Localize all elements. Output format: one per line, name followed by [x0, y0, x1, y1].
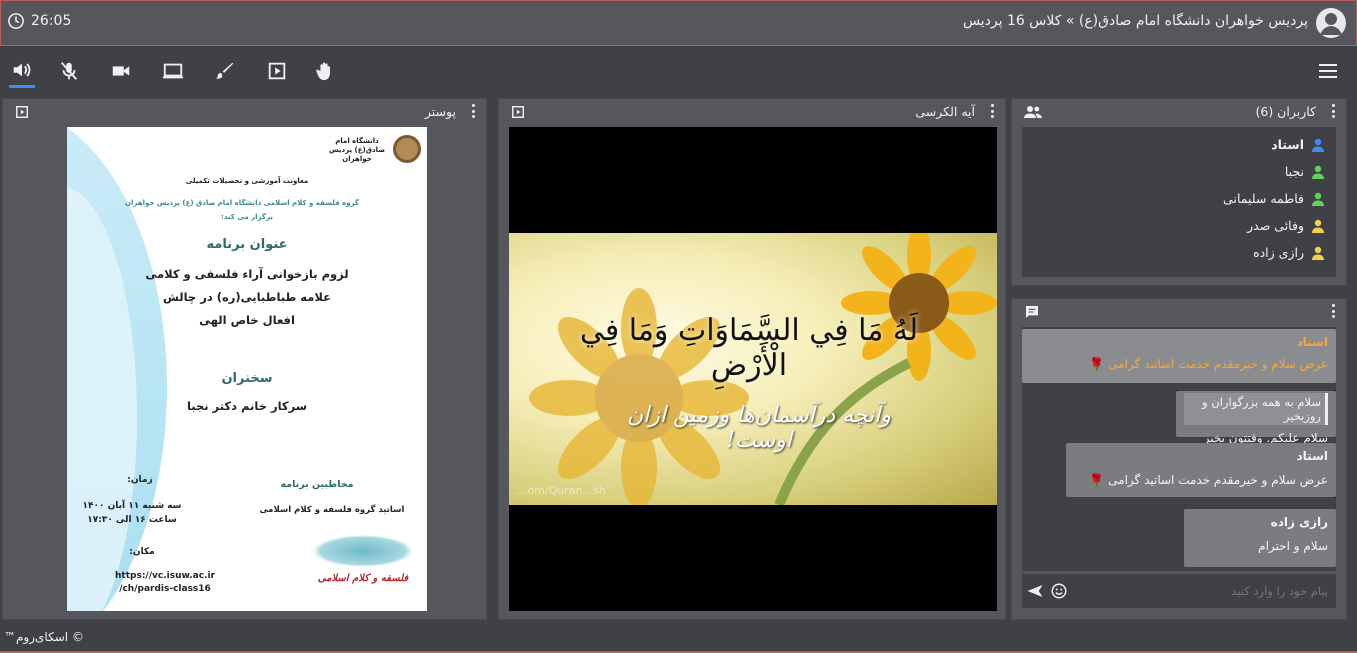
- toolbar: [0, 46, 1357, 96]
- poster-program-line3: افعال خاص الهی: [199, 313, 295, 327]
- poster-organizer: گروه فلسفه و کلام اسلامی دانشگاه امام صا…: [124, 199, 359, 207]
- clock-icon: [8, 13, 24, 29]
- rose-icon: 🌹: [1089, 473, 1105, 487]
- hamburger-menu-icon[interactable]: [1317, 62, 1339, 80]
- user-item[interactable]: نجبا: [1285, 164, 1324, 179]
- poster-speaker-heading: سخنران: [221, 371, 273, 386]
- chat-input[interactable]: [1098, 580, 1328, 602]
- poster-time-line1: سه شنبه ۱۱ آبان ۱۴۰۰: [82, 501, 182, 511]
- user-icon: [1312, 246, 1324, 260]
- play-box-icon[interactable]: [511, 104, 527, 120]
- user-item[interactable]: فاطمه سلیمانی: [1223, 191, 1324, 206]
- chat-messages: استاد عرض سلام و خیرمقدم خدمت اساتید گرا…: [1022, 327, 1336, 571]
- panel-options-icon[interactable]: [991, 104, 995, 118]
- poster-panel: پوستر دانشگاه امام صادق(ع) پردیس خواهران…: [2, 98, 487, 620]
- poster-panel-title: پوستر: [424, 104, 456, 119]
- ayah-text: لَهُ مَا فِي السَّمَاوَاتِ وَمَا فِي الْ…: [579, 313, 919, 383]
- poster-place-heading: مکان:: [129, 547, 155, 557]
- message-text: سلام و احترام: [1258, 539, 1328, 553]
- brush-icon[interactable]: [212, 58, 238, 84]
- chat-message: استاد عرض سلام و خیرمقدم خدمت اساتید گرا…: [1066, 443, 1336, 497]
- speaker-icon[interactable]: [9, 54, 35, 88]
- user-item[interactable]: رازی زاده: [1253, 245, 1324, 260]
- user-name: نجبا: [1284, 164, 1304, 179]
- video-panel-title: آیه الکرسی: [915, 104, 975, 119]
- chat-panel: استاد عرض سلام و خیرمقدم خدمت اساتید گرا…: [1011, 298, 1347, 620]
- user-name: استاد: [1271, 137, 1304, 152]
- play-box-icon[interactable]: [15, 104, 31, 120]
- users-panel-title: کاربران (6): [1255, 104, 1316, 119]
- message-sender: استاد: [1296, 449, 1328, 463]
- send-icon[interactable]: [1026, 582, 1044, 600]
- user-name: فاطمه سلیمانی: [1223, 191, 1304, 206]
- panel-options-icon[interactable]: [1332, 304, 1336, 318]
- poster-seal-icon: [313, 535, 413, 567]
- user-icon: [1312, 138, 1324, 152]
- chat-message: رازی زاده سلام و احترام: [1184, 509, 1336, 567]
- poster-speaker: سرکار خانم دکتر نجبا: [186, 399, 308, 413]
- video-watermark: ...om/Quran...sh: [517, 484, 606, 497]
- poster-program-heading: عنوان برنامه: [206, 237, 288, 252]
- screen-share-icon[interactable]: [160, 58, 186, 84]
- users-panel-header: کاربران (6): [1012, 99, 1346, 125]
- camera-icon[interactable]: [108, 58, 134, 84]
- rose-icon: 🌹: [1089, 357, 1105, 371]
- video-panel: آیه الکرسی لَهُ مَا فِي السَّمَاوَاتِ وَ…: [498, 98, 1006, 620]
- poster-audience: اساتید گروه فلسفه و کلام اسلامی: [259, 505, 405, 515]
- poster-dept: معاونت آموزشی و تحصیلات تکمیلی: [185, 177, 309, 185]
- poster-seal-text: فلسفه و کلام اسلامی: [317, 573, 409, 584]
- video-frame: لَهُ مَا فِي السَّمَاوَاتِ وَمَا فِي الْ…: [509, 233, 997, 505]
- user-item[interactable]: استاد: [1271, 137, 1324, 152]
- poster-program-line1: لزوم بازخوانی آراء فلسفی و کلامی: [145, 267, 349, 281]
- mic-off-icon[interactable]: [56, 58, 82, 84]
- copyright-text: © اسکای‌روم™: [4, 630, 84, 644]
- user-name: رازی زاده: [1253, 245, 1304, 260]
- video-player[interactable]: لَهُ مَا فِي السَّمَاوَاتِ وَمَا فِي الْ…: [509, 127, 997, 611]
- message-text: عرض سلام و خیرمقدم خدمت اساتید گرامی 🌹: [1089, 473, 1328, 487]
- message-sender: رازی زاده: [1270, 515, 1328, 529]
- user-icon: [1312, 219, 1324, 233]
- chat-panel-header: [1012, 299, 1346, 325]
- video-panel-header: آیه الکرسی: [499, 99, 1005, 125]
- top-bar: 26:05 پردیس خواهران دانشگاه امام صادق(ع)…: [0, 0, 1357, 46]
- message-quote: سلام به همه بزرگواران و روزبخیر: [1184, 393, 1328, 425]
- poster-url-line1: https://vc.isuw.ac.ir: [115, 571, 215, 581]
- poster-logo-text: دانشگاه امام صادق(ع) پردیس خواهران: [329, 137, 385, 164]
- chat-message: سلام به همه بزرگواران و روزبخیر سلام علی…: [1176, 391, 1336, 445]
- user-icon: [1312, 192, 1324, 206]
- poster-audience-heading: مخاطبین برنامه: [280, 479, 354, 490]
- chat-message: استاد عرض سلام و خیرمقدم خدمت اساتید گرا…: [1022, 329, 1336, 383]
- timer-text: 26:05: [31, 13, 72, 29]
- poster-panel-header: پوستر: [3, 99, 486, 125]
- panel-options-icon[interactable]: [472, 104, 476, 118]
- university-seal-icon: [393, 135, 421, 163]
- room-title: پردیس خواهران دانشگاه امام صادق(ع) » کلا…: [962, 13, 1308, 29]
- users-group-icon: [1024, 104, 1042, 120]
- account-avatar-icon[interactable]: [1316, 8, 1346, 38]
- panel-options-icon[interactable]: [1332, 104, 1336, 118]
- footer: © اسکای‌روم™: [0, 622, 1357, 653]
- poster-image: دانشگاه امام صادق(ع) پردیس خواهران معاون…: [67, 127, 427, 611]
- poster-program-line2: علامه طباطبایی(ره) در چالش: [163, 290, 331, 304]
- chat-input-bar: [1022, 574, 1336, 608]
- raise-hand-icon[interactable]: [312, 58, 338, 84]
- play-box-icon[interactable]: [264, 58, 290, 84]
- poster-time-line2: ساعت ۱۶ الی ۱۷:۳۰: [87, 515, 177, 525]
- user-name: وفائی صدر: [1247, 218, 1304, 233]
- emoji-icon[interactable]: [1050, 582, 1068, 600]
- poster-organizer2: برگزار می کند:: [221, 213, 273, 221]
- user-icon: [1312, 165, 1324, 179]
- message-text: عرض سلام و خیرمقدم خدمت اساتید گرامی 🌹: [1089, 357, 1328, 371]
- message-sender: استاد: [1296, 335, 1328, 349]
- chat-icon: [1024, 304, 1040, 320]
- poster-url-line2: /ch/pardis-class16: [119, 584, 211, 594]
- user-item[interactable]: وفائی صدر: [1247, 218, 1324, 233]
- translation-text: وآنچه درآسمان‌ها وزمین ازان اوست!: [626, 403, 892, 453]
- users-list: استاد نجبا فاطمه سلیمانی وفائی صدر رازی …: [1022, 127, 1336, 277]
- poster-time-heading: زمان:: [127, 475, 153, 485]
- session-timer: 26:05: [7, 12, 71, 30]
- users-panel: کاربران (6) استاد نجبا فاطمه سلیمانی وفا…: [1011, 98, 1347, 286]
